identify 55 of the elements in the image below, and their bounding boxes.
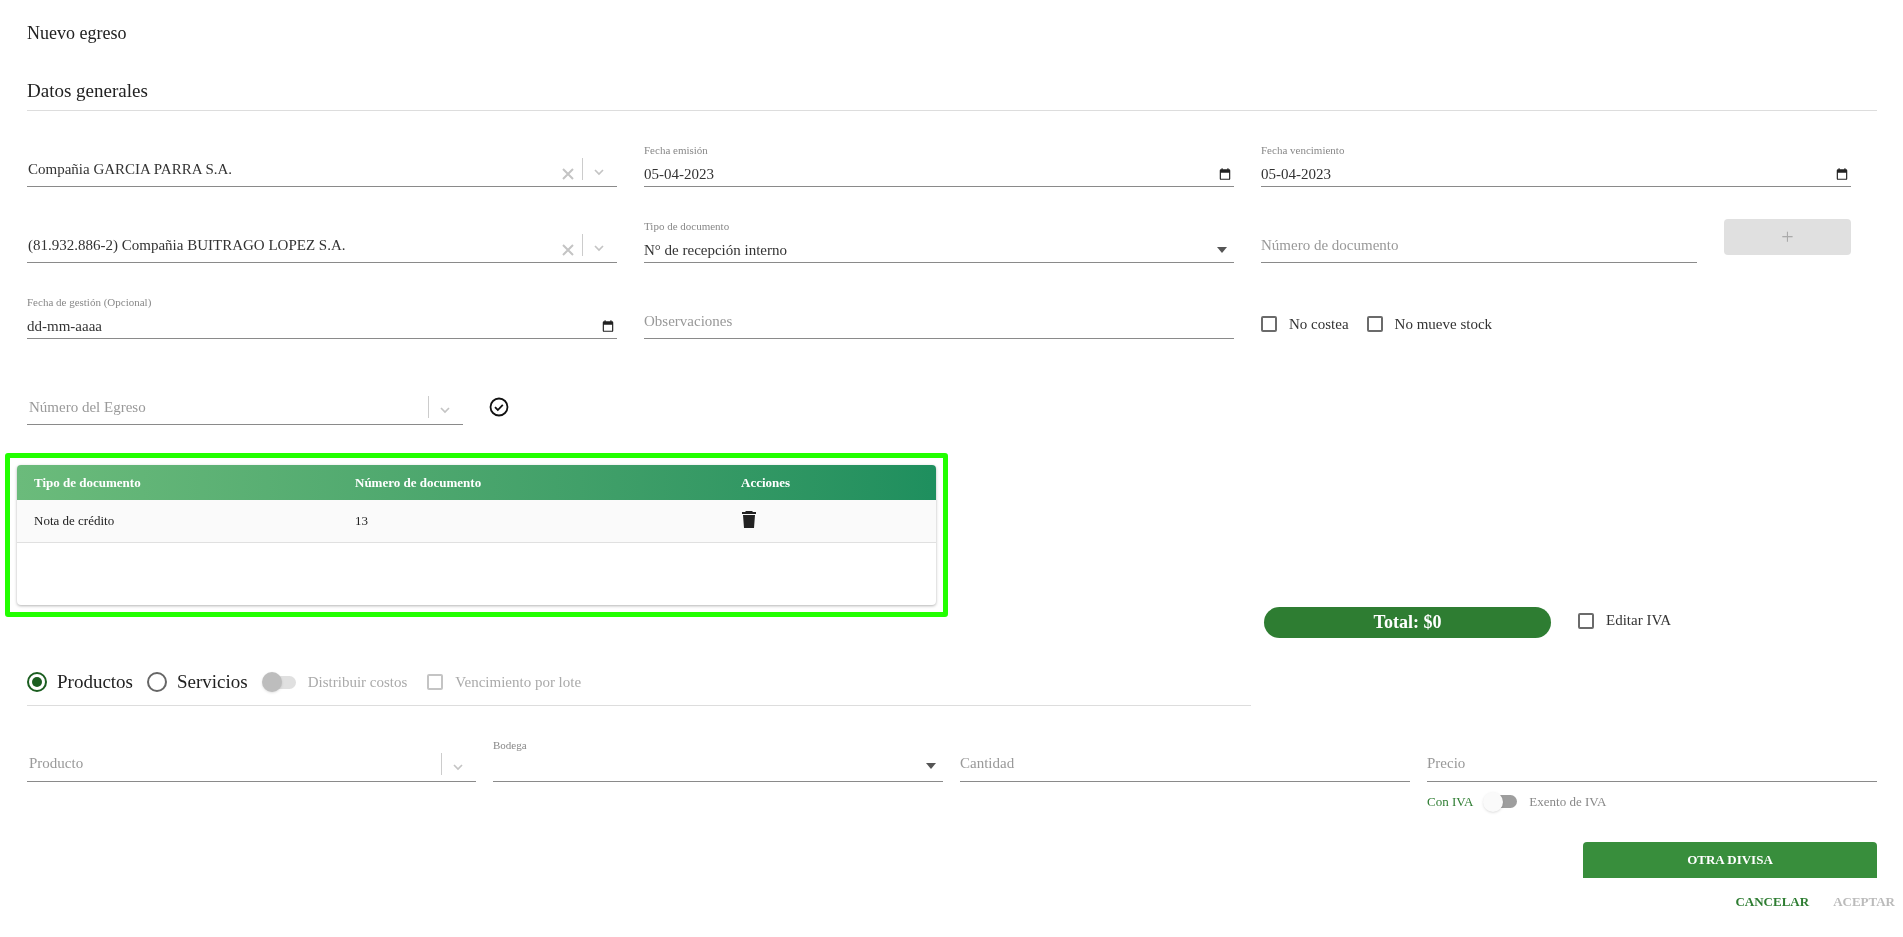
- check-circle-icon[interactable]: [489, 397, 509, 417]
- select-field[interactable]: Bodega: [493, 737, 943, 782]
- select-value: (81.932.886-2) Compañia BUITRAGO LOPEZ S.A.: [27, 235, 347, 255]
- text-field[interactable]: Cantidad: [960, 752, 1410, 775]
- field-label: Bodega: [493, 737, 528, 752]
- checkbox[interactable]: [1366, 315, 1383, 332]
- column-header: Acciones: [741, 473, 791, 492]
- section-title: Datos generales: [27, 79, 148, 103]
- radio-label: Productos: [57, 670, 133, 694]
- select-placeholder: Número del Egreso: [28, 397, 147, 417]
- text-field[interactable]: Observaciones: [644, 309, 1234, 332]
- checkbox-label: No mueve stock: [1394, 314, 1493, 334]
- other-currency-button[interactable]: OTRA DIVISA: [1583, 841, 1877, 878]
- checkbox[interactable]: [1578, 612, 1594, 629]
- field-value: 05-04-2023: [644, 165, 715, 184]
- field-label: Fecha de gestión (Opcional): [27, 295, 153, 309]
- field-label: Fecha emisión: [644, 143, 709, 157]
- toggle-label: Distribuir costos: [307, 673, 408, 692]
- field-value: 05-04-2023: [1261, 165, 1332, 184]
- date-field[interactable]: Fecha de gestión (Opcional) dd-mm-aaaa: [27, 295, 617, 339]
- trash-icon[interactable]: [742, 510, 756, 528]
- column-header: Tipo de documento: [33, 473, 142, 492]
- toggle-label: Con IVA: [1427, 792, 1474, 811]
- dialog-action-button[interactable]: CANCELAR: [1727, 885, 1818, 917]
- checkbox-label: Vencimiento por lote: [455, 673, 582, 692]
- select-placeholder: Producto: [28, 754, 85, 773]
- total-badge: Total: $0: [1264, 607, 1551, 638]
- checkbox-label: Editar IVA: [1606, 611, 1672, 631]
- calendar-icon[interactable]: [1835, 167, 1849, 182]
- select-field[interactable]: Tipo de documento N° de recepción interno: [644, 219, 1234, 263]
- field-label: Fecha vencimiento: [1261, 143, 1346, 157]
- date-field[interactable]: Fecha emisión 05-04-2023: [644, 143, 1234, 187]
- select-field[interactable]: Número del Egreso: [27, 381, 463, 425]
- text-field[interactable]: Número de documento: [1261, 233, 1697, 256]
- dropdown-caret-icon[interactable]: [925, 761, 937, 770]
- table-cell-text: 13: [355, 512, 369, 531]
- toggle-label: Exento de IVA: [1529, 792, 1607, 811]
- radio-button[interactable]: [147, 672, 167, 693]
- page-title: Nuevo egreso: [27, 22, 128, 44]
- select-field[interactable]: Producto: [27, 737, 476, 782]
- select-value: N° de recepción interno: [644, 241, 789, 260]
- checkbox[interactable]: [1261, 315, 1277, 332]
- radio-label: Servicios: [177, 670, 248, 694]
- field-value: dd-mm-aaaa: [27, 317, 103, 336]
- checkbox-label: No costea: [1289, 314, 1349, 334]
- radio-button[interactable]: [27, 672, 47, 693]
- field-label: Tipo de documento: [644, 219, 731, 233]
- calendar-icon[interactable]: [1218, 167, 1232, 182]
- select-value: Compañia GARCIA PARRA S.A.: [27, 159, 234, 179]
- date-field[interactable]: Fecha vencimiento 05-04-2023: [1261, 143, 1851, 187]
- column-header: Número de documento: [355, 473, 483, 492]
- table-cell-text: Nota de crédito: [33, 512, 116, 531]
- dropdown-caret-icon[interactable]: [1216, 246, 1228, 255]
- calendar-icon[interactable]: [601, 319, 615, 334]
- text-field[interactable]: Precio: [1427, 752, 1877, 775]
